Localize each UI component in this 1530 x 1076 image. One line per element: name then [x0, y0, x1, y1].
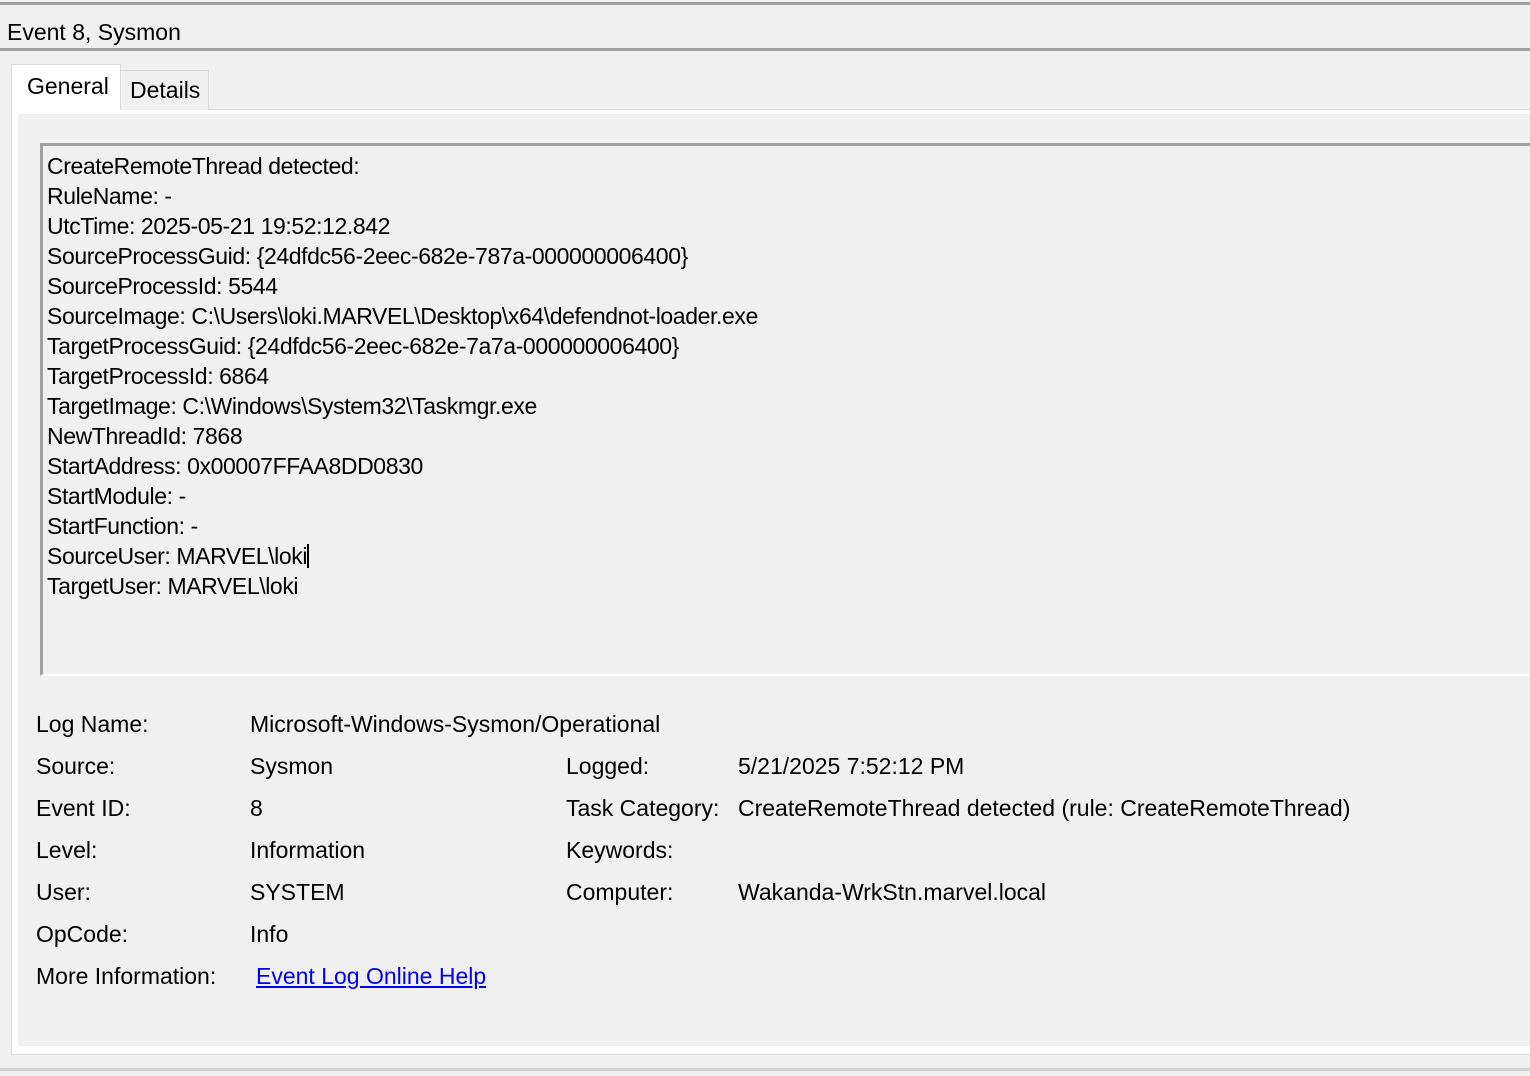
- description-line: SourceProcessId: 5544: [47, 273, 278, 299]
- description-line: UtcTime: 2025-05-21 19:52:12.842: [47, 213, 391, 239]
- logged-value: 5/21/2025 7:52:12 PM: [738, 753, 965, 779]
- task-category-value: CreateRemoteThread detected (rule: Creat…: [738, 795, 1351, 821]
- opcode-value: Info: [250, 921, 289, 947]
- description-line-with-caret: SourceUser: MARVEL\loki: [47, 541, 758, 571]
- user-label: User:: [36, 879, 91, 905]
- computer-value: Wakanda-WrkStn.marvel.local: [738, 879, 1047, 905]
- description-line: CreateRemoteThread detected:: [47, 153, 360, 179]
- keywords-label: Keywords:: [566, 837, 674, 863]
- window-title: Event 8, Sysmon: [7, 19, 181, 45]
- event-id-label: Event ID:: [36, 795, 131, 821]
- event-description-text: CreateRemoteThread detected: RuleName: -…: [47, 151, 758, 601]
- event-description-textbox[interactable]: CreateRemoteThread detected: RuleName: -…: [40, 143, 1530, 676]
- description-line: SourceImage: C:\Users\loki.MARVEL\Deskto…: [47, 303, 758, 329]
- description-line: TargetProcessId: 6864: [47, 363, 269, 389]
- title-bar: Event 8, Sysmon: [0, 5, 1530, 48]
- computer-label: Computer:: [566, 879, 674, 905]
- description-line: StartFunction: -: [47, 513, 198, 539]
- text-caret: [307, 544, 310, 568]
- title-separator: [0, 48, 1530, 51]
- tab-details[interactable]: Details: [121, 70, 209, 110]
- source-value: Sysmon: [250, 753, 334, 779]
- log-name-label: Log Name:: [36, 711, 149, 737]
- logged-label: Logged:: [566, 753, 650, 779]
- description-line: SourceProcessGuid: {24dfdc56-2eec-682e-7…: [47, 243, 688, 269]
- description-line: StartModule: -: [47, 483, 186, 509]
- description-line: TargetUser: MARVEL\loki: [47, 573, 299, 599]
- source-label: Source:: [36, 753, 116, 779]
- event-log-online-help-link[interactable]: Event Log Online Help: [256, 962, 486, 990]
- more-information-label: More Information:: [36, 963, 217, 989]
- level-label: Level:: [36, 837, 98, 863]
- window-bottom-border: [0, 1068, 1530, 1071]
- opcode-label: OpCode:: [36, 921, 129, 947]
- level-value: Information: [250, 837, 366, 863]
- description-line: RuleName: -: [47, 183, 172, 209]
- description-line-text: SourceUser: MARVEL\loki: [47, 543, 308, 569]
- description-line: NewThreadId: 7868: [47, 423, 243, 449]
- description-line: TargetImage: C:\Windows\System32\Taskmgr…: [47, 393, 537, 419]
- tab-general[interactable]: General: [11, 64, 121, 110]
- description-line: StartAddress: 0x00007FFAA8DD0830: [47, 453, 423, 479]
- description-line: TargetProcessGuid: {24dfdc56-2eec-682e-7…: [47, 333, 679, 359]
- task-category-label: Task Category:: [566, 795, 720, 821]
- user-value: SYSTEM: [250, 879, 345, 905]
- log-name-value: Microsoft-Windows-Sysmon/Operational: [250, 711, 661, 737]
- event-id-value: 8: [250, 795, 263, 821]
